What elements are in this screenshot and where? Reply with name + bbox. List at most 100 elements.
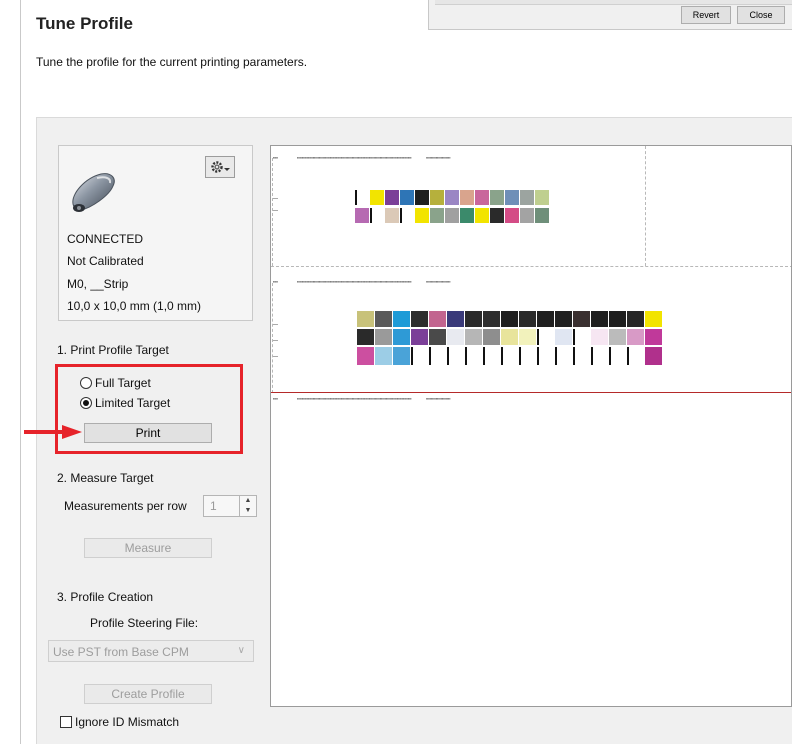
color-patch xyxy=(645,347,662,365)
color-patch xyxy=(375,311,392,327)
ignore-id-mismatch-checkbox[interactable]: Ignore ID Mismatch xyxy=(60,715,179,729)
color-patch xyxy=(483,347,500,365)
color-patch xyxy=(645,329,662,345)
cut-line xyxy=(645,146,646,266)
page-subtitle: Tune the profile for the current printin… xyxy=(36,55,308,69)
color-patch xyxy=(627,329,644,345)
color-patch xyxy=(393,311,410,327)
step2-heading: 2. Measure Target xyxy=(57,471,154,485)
print-button[interactable]: Print xyxy=(84,423,212,443)
color-patch xyxy=(447,311,464,327)
registration-mark xyxy=(273,340,278,341)
color-patch xyxy=(465,311,482,327)
color-patch xyxy=(609,311,626,327)
color-patch xyxy=(447,329,464,345)
spin-up-icon[interactable]: ▲ xyxy=(240,496,256,506)
device-status-box: CONNECTED Not Calibrated M0, __Strip 10,… xyxy=(58,145,253,321)
stepper-spin-buttons[interactable]: ▲ ▼ xyxy=(239,496,256,516)
color-patch xyxy=(573,347,590,365)
color-patch xyxy=(535,190,549,205)
color-patch xyxy=(609,347,626,365)
device-measurement-mode: M0, __Strip xyxy=(67,277,129,291)
color-patch xyxy=(591,329,608,345)
color-patch xyxy=(375,347,392,365)
preview-header-text: ▪▪▪▪ ▪▪▪▪▪▪▪▪▪▪▪▪▪▪▪▪▪▪▪▪▪▪▪▪▪▪▪▪▪▪▪▪▪▪▪… xyxy=(273,279,451,284)
spectrophotometer-icon xyxy=(72,173,115,212)
color-patch xyxy=(555,347,572,365)
color-patch xyxy=(357,311,374,327)
measure-button[interactable]: Measure xyxy=(84,538,212,558)
cut-line xyxy=(272,283,273,393)
color-patch xyxy=(591,311,608,327)
color-patch xyxy=(429,311,446,327)
color-patch xyxy=(411,329,428,345)
color-patch xyxy=(519,347,536,365)
preview-header-text: ▪▪▪▪ ▪▪▪▪▪▪▪▪▪▪▪▪▪▪▪▪▪▪▪▪▪▪▪▪▪▪▪▪▪▪▪▪▪▪▪… xyxy=(273,396,451,401)
color-patch xyxy=(355,208,369,223)
spin-down-icon[interactable]: ▼ xyxy=(240,506,256,516)
device-connection-status: CONNECTED xyxy=(67,232,144,246)
color-patch xyxy=(490,208,504,223)
color-patch xyxy=(447,347,464,365)
color-patch xyxy=(475,208,489,223)
color-patch xyxy=(445,190,459,205)
color-patch xyxy=(490,190,504,205)
color-patch xyxy=(430,190,444,205)
color-patch xyxy=(430,208,444,223)
color-patch xyxy=(483,311,500,327)
checkbox-unchecked-icon xyxy=(60,716,72,728)
color-patch xyxy=(573,311,590,327)
color-patch xyxy=(520,208,534,223)
chevron-down-icon: ∨ xyxy=(237,645,245,656)
revert-button[interactable]: Revert xyxy=(681,6,731,24)
color-patch xyxy=(505,190,519,205)
color-patch xyxy=(355,190,369,205)
gear-dropdown-icon xyxy=(211,161,230,173)
color-patch xyxy=(357,329,374,345)
color-patch xyxy=(537,347,554,365)
limited-target-label: Limited Target xyxy=(95,396,171,410)
color-patch xyxy=(609,329,626,345)
registration-mark xyxy=(273,324,278,325)
create-profile-button[interactable]: Create Profile xyxy=(84,684,212,704)
cut-line xyxy=(271,266,791,267)
profile-steering-label: Profile Steering File: xyxy=(90,616,199,630)
color-patch xyxy=(400,190,414,205)
color-patch xyxy=(645,311,662,327)
color-patch xyxy=(400,208,414,223)
registration-mark xyxy=(273,198,278,199)
color-patch xyxy=(501,311,518,327)
color-patch xyxy=(537,329,554,345)
background-dialog: Revert Close xyxy=(428,0,792,30)
limited-target-radio[interactable]: Limited Target xyxy=(80,396,170,410)
color-patch xyxy=(370,208,384,223)
color-patch xyxy=(501,329,518,345)
color-patch xyxy=(460,190,474,205)
device-calibration-status: Not Calibrated xyxy=(67,254,144,268)
color-patch xyxy=(445,208,459,223)
color-patch xyxy=(519,311,536,327)
step1-heading: 1. Print Profile Target xyxy=(57,343,169,357)
full-target-label: Full Target xyxy=(95,376,151,390)
color-patch xyxy=(537,311,554,327)
background-dialog-frame xyxy=(435,0,792,5)
color-patch xyxy=(429,329,446,345)
measurements-per-row-stepper[interactable]: 1 ▲ ▼ xyxy=(203,495,257,517)
ignore-id-mismatch-label: Ignore ID Mismatch xyxy=(75,715,180,729)
full-target-radio[interactable]: Full Target xyxy=(80,376,151,390)
cut-line xyxy=(272,158,273,266)
color-patch xyxy=(415,208,429,223)
color-patch xyxy=(535,208,549,223)
color-patch xyxy=(520,190,534,205)
measurements-per-row-label: Measurements per row xyxy=(64,499,187,513)
color-patch xyxy=(357,347,374,365)
annotation-arrow-icon xyxy=(24,425,82,439)
color-patch xyxy=(465,347,482,365)
radio-checked-icon xyxy=(80,397,92,409)
color-patch xyxy=(505,208,519,223)
settings-dropdown-button[interactable] xyxy=(205,156,235,178)
profile-steering-select[interactable]: Use PST from Base CPM ∨ xyxy=(48,640,254,662)
radio-unchecked-icon xyxy=(80,377,92,389)
close-button[interactable]: Close xyxy=(737,6,785,24)
color-patch xyxy=(555,329,572,345)
